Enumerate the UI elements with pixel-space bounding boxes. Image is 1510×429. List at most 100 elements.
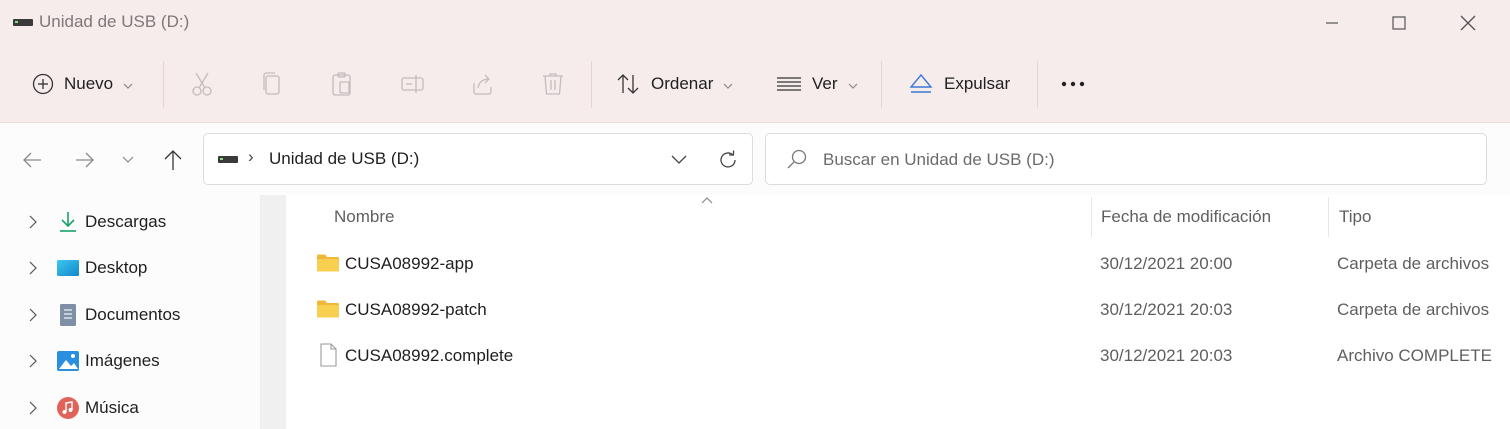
- chevron-down-icon: [723, 74, 733, 94]
- rename-button[interactable]: [400, 67, 426, 101]
- sort-icon: [615, 72, 641, 96]
- folder-icon: [317, 300, 339, 318]
- sidebar-item-label: Imágenes: [85, 351, 160, 370]
- search-input[interactable]: [823, 147, 1463, 173]
- forward-button[interactable]: [70, 145, 100, 175]
- chevron-right-icon[interactable]: [28, 261, 38, 275]
- column-header-date[interactable]: Fecha de modificación: [1101, 207, 1271, 227]
- paste-button[interactable]: [330, 67, 354, 101]
- file-row[interactable]: CUSA08992-app 30/12/2021 20:00 Carpeta d…: [306, 243, 1496, 287]
- sidebar-item-label: Descargas: [85, 212, 167, 231]
- command-bar: Nuevo Ordenar Ver Expulsar: [0, 46, 1510, 123]
- toolbar-divider: [591, 61, 592, 108]
- file-date: 30/12/2021 20:00: [1100, 254, 1233, 273]
- file-date: 30/12/2021 20:03: [1100, 346, 1233, 365]
- chevron-down-icon: [848, 74, 858, 94]
- desktop-icon: [57, 260, 79, 276]
- music-icon: [57, 397, 79, 419]
- toolbar-divider: [881, 61, 882, 108]
- file-name: CUSA08992-app: [345, 254, 474, 273]
- rename-icon: [400, 71, 426, 97]
- file-row[interactable]: CUSA08992.complete 30/12/2021 20:03 Arch…: [306, 335, 1496, 379]
- column-header-type[interactable]: Tipo: [1339, 207, 1371, 227]
- new-button[interactable]: Nuevo: [32, 67, 133, 101]
- more-options-button[interactable]: [1060, 67, 1088, 101]
- sidebar-item-label: Música: [85, 398, 139, 417]
- chevron-right-icon[interactable]: [28, 215, 38, 229]
- share-button[interactable]: [470, 67, 496, 101]
- eject-button[interactable]: Expulsar: [908, 67, 1010, 101]
- download-icon: [60, 212, 76, 232]
- pictures-icon: [57, 351, 79, 371]
- chevron-down-icon: [671, 155, 687, 164]
- cut-icon: [190, 71, 214, 97]
- column-header-name[interactable]: Nombre: [334, 207, 394, 227]
- chevron-down-icon: [123, 74, 133, 94]
- breadcrumb-separator: ›: [248, 147, 254, 166]
- file-name: CUSA08992.complete: [345, 346, 514, 365]
- refresh-button[interactable]: [714, 146, 742, 174]
- usb-drive-icon: [13, 19, 33, 26]
- sidebar-item-label: Desktop: [85, 258, 148, 277]
- file-name: CUSA08992-patch: [345, 300, 487, 319]
- close-button[interactable]: [1448, 8, 1488, 38]
- folder-icon: [317, 254, 339, 272]
- documents-icon: [60, 304, 76, 326]
- sort-button[interactable]: Ordenar: [615, 67, 733, 101]
- file-type: Archivo COMPLETE: [1337, 346, 1492, 365]
- sort-button-label: Ordenar: [651, 74, 714, 93]
- chevron-right-icon[interactable]: [28, 308, 38, 322]
- file-list: Nombre Fecha de modificación Tipo CUSA08…: [286, 195, 1510, 429]
- address-history-button[interactable]: [666, 147, 692, 173]
- arrow-up-icon: [164, 150, 182, 170]
- copy-button[interactable]: [260, 67, 284, 101]
- chevron-right-icon[interactable]: [28, 401, 38, 415]
- toolbar-divider: [163, 61, 164, 108]
- maximize-button[interactable]: [1379, 8, 1419, 38]
- eject-icon: [908, 72, 934, 96]
- view-button-label: Ver: [812, 74, 838, 93]
- sidebar-item-desktop[interactable]: Desktop: [0, 249, 258, 289]
- view-list-icon: [776, 74, 802, 94]
- recent-locations-button[interactable]: [113, 145, 143, 175]
- search-box: [765, 133, 1487, 185]
- file-row[interactable]: CUSA08992-patch 30/12/2021 20:03 Carpeta…: [306, 289, 1496, 333]
- sidebar-item-descargas[interactable]: Descargas: [0, 203, 258, 243]
- navigation-pane: Descargas Desktop Documentos Imágenes Mú…: [0, 195, 262, 429]
- chevron-right-icon[interactable]: [28, 354, 38, 368]
- file-explorer-window: Unidad de USB (D:) Nuevo Ordenar Ver Exp…: [0, 0, 1510, 429]
- sidebar-item-documentos[interactable]: Documentos: [0, 296, 258, 336]
- trash-icon: [541, 71, 565, 97]
- navigation-pane-scrollbar[interactable]: [260, 195, 286, 429]
- sidebar-item-imagenes[interactable]: Imágenes: [0, 342, 258, 382]
- refresh-icon: [720, 150, 736, 168]
- up-button[interactable]: [158, 145, 188, 175]
- minimize-icon: [1326, 22, 1338, 24]
- back-button[interactable]: [17, 145, 47, 175]
- chevron-down-icon: [122, 156, 134, 163]
- column-divider[interactable]: [1328, 197, 1329, 237]
- arrow-left-icon: [23, 152, 41, 168]
- paste-icon: [330, 71, 354, 97]
- sort-ascending-icon: [701, 197, 713, 204]
- address-bar[interactable]: › Unidad de USB (D:): [203, 133, 753, 185]
- close-icon: [1460, 15, 1476, 31]
- copy-icon: [260, 71, 284, 97]
- title-bar: Unidad de USB (D:): [0, 0, 1510, 46]
- eject-button-label: Expulsar: [944, 74, 1011, 93]
- more-dots-icon: [1060, 80, 1088, 88]
- navigation-bar: › Unidad de USB (D:): [0, 123, 1510, 195]
- delete-button[interactable]: [541, 67, 565, 101]
- cut-button[interactable]: [190, 67, 214, 101]
- maximize-icon: [1392, 16, 1406, 30]
- file-icon: [320, 343, 337, 367]
- file-type: Carpeta de archivos: [1337, 254, 1490, 273]
- view-button[interactable]: Ver: [776, 67, 858, 101]
- sidebar-item-musica[interactable]: Música: [0, 389, 258, 429]
- usb-drive-icon: [218, 156, 238, 163]
- add-circle-icon: [32, 73, 54, 95]
- toolbar-divider: [1037, 61, 1038, 108]
- column-divider[interactable]: [1091, 197, 1092, 237]
- minimize-button[interactable]: [1312, 8, 1352, 38]
- breadcrumb-current[interactable]: Unidad de USB (D:): [269, 149, 419, 169]
